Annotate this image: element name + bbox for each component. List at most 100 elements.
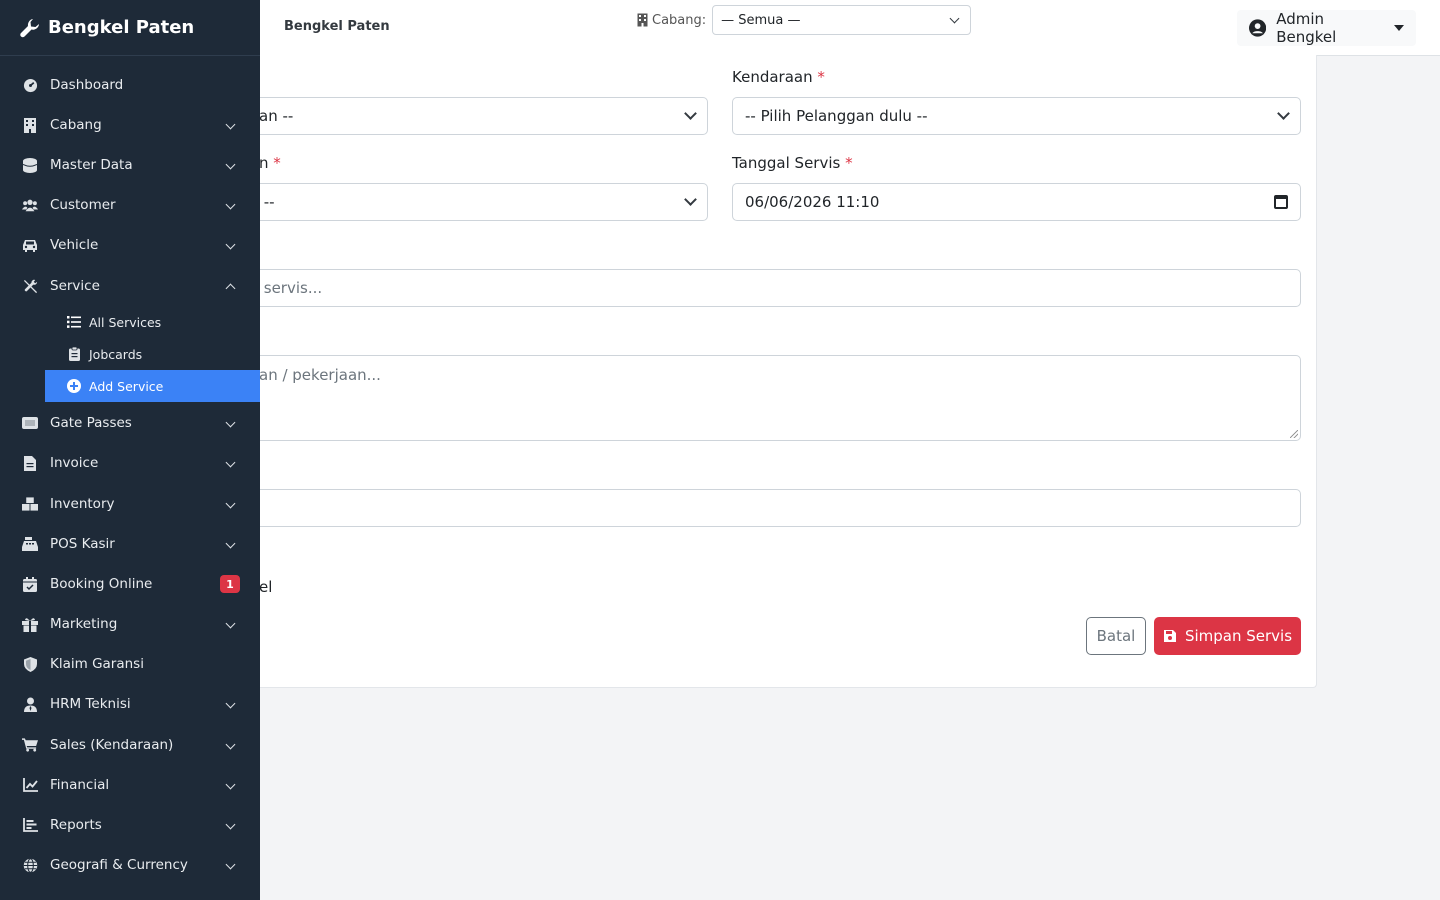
service-title-input[interactable]: servis...: [160, 269, 1301, 307]
sidebar-item-label: Sales (Kendaraan): [50, 737, 174, 753]
sidebar-item-marketing[interactable]: Marketing: [0, 606, 260, 642]
sidebar-item-label: Geografi & Currency: [50, 857, 188, 873]
sidebar-item-label: Customer: [50, 197, 116, 213]
sidebar-item-pos-kasir[interactable]: POS Kasir: [0, 526, 260, 562]
vehicle-label: Kendaraan *: [732, 68, 825, 86]
service-date-input[interactable]: 06/06/2026 11:10: [732, 183, 1301, 221]
checkbox-label[interactable]: el: [259, 578, 272, 596]
calendar-icon[interactable]: [1274, 195, 1288, 209]
required-mark: *: [273, 154, 281, 172]
chevron-down-icon: [225, 417, 236, 428]
chevron-down-icon: [225, 779, 236, 790]
chevron-down-icon: [225, 159, 236, 170]
cash-register-icon: [22, 536, 38, 552]
sidebar-subitem-label: All Services: [89, 314, 162, 330]
service-notes-input[interactable]: [160, 489, 1301, 527]
shield-icon: [22, 656, 38, 672]
save-service-label: Simpan Servis: [1184, 627, 1293, 645]
chevron-down-icon: [684, 107, 697, 120]
clipboard-icon: [67, 347, 81, 361]
sidebar-item-customer[interactable]: Customer: [0, 187, 260, 223]
sidebar-item-financial[interactable]: Financial: [0, 767, 260, 803]
chart-line-icon: [22, 777, 38, 793]
database-icon: [22, 157, 38, 173]
user-circle-icon: [1249, 19, 1267, 37]
chart-bar-icon: [22, 817, 38, 833]
navbar-brand[interactable]: Bengkel Paten: [284, 19, 390, 34]
sidebar-item-label: POS Kasir: [50, 536, 115, 552]
sidebar-item-label: HRM Teknisi: [50, 696, 131, 712]
chevron-down-icon: [684, 193, 697, 206]
branch-select-value: — Semua —: [721, 12, 801, 28]
users-icon: [22, 197, 38, 213]
resize-handle-icon[interactable]: [1290, 430, 1298, 438]
sidebar-item-label: Financial: [50, 777, 110, 793]
sidebar-brand-text: Bengkel Paten: [48, 17, 195, 38]
sidebar-subitem-label: Jobcards: [89, 346, 143, 362]
user-name: Admin Bengkel: [1276, 10, 1337, 46]
building-icon: [22, 117, 38, 133]
chevron-down-icon: [225, 239, 236, 250]
sidebar-item-gate-passes[interactable]: Gate Passes: [0, 405, 260, 441]
user-tie-icon: [22, 696, 38, 712]
sidebar-subitem-jobcards[interactable]: Jobcards: [45, 338, 260, 370]
save-service-button[interactable]: Simpan Servis: [1154, 617, 1301, 655]
user-menu-button[interactable]: Admin Bengkel: [1237, 10, 1416, 46]
sidebar-item-cabang[interactable]: Cabang: [0, 107, 260, 143]
sidebar-item-label: Service: [50, 278, 100, 294]
service-date-label-text: Tanggal Servis: [732, 154, 841, 172]
sidebar-item-sales-kendaraan[interactable]: Sales (Kendaraan): [0, 727, 260, 763]
sidebar-item-label: Master Data: [50, 157, 133, 173]
sidebar-item-label: Reports: [50, 817, 102, 833]
booking-count-badge: 1: [220, 575, 240, 593]
sidebar-item-dashboard[interactable]: Dashboard: [0, 67, 260, 103]
sidebar-item-label: Dashboard: [50, 77, 124, 93]
service-description-textarea[interactable]: an / pekerjaan...: [160, 355, 1301, 441]
sidebar-item-hrm-teknisi[interactable]: HRM Teknisi: [0, 686, 260, 722]
tools-icon: [22, 278, 38, 294]
sidebar-item-master-data[interactable]: Master Data: [0, 147, 260, 183]
car-icon: [22, 237, 38, 253]
cancel-button[interactable]: Batal: [1086, 617, 1146, 655]
sidebar-subitem-all-services[interactable]: All Services: [45, 306, 260, 338]
branch-select[interactable]: — Semua —: [712, 5, 972, 35]
vehicle-select-value: -- Pilih Pelanggan dulu --: [745, 107, 928, 125]
building-icon: [637, 13, 648, 27]
sidebar-item-inventory[interactable]: Inventory: [0, 486, 260, 522]
sidebar: Bengkel Paten Dashboard Cabang Master Da…: [0, 0, 260, 900]
caret-down-icon: [1394, 25, 1404, 31]
chevron-down-icon: [225, 538, 236, 549]
sidebar-subitem-label: Add Service: [89, 378, 164, 394]
sidebar-brand[interactable]: Bengkel Paten: [0, 0, 260, 56]
sidebar-item-reports[interactable]: Reports: [0, 807, 260, 843]
sidebar-item-geografi-currency[interactable]: Geografi & Currency: [0, 847, 260, 883]
chevron-up-icon: [225, 283, 236, 294]
sidebar-item-klaim-garansi[interactable]: Klaim Garansi: [0, 646, 260, 682]
branch-filter: Cabang: — Semua —: [637, 5, 972, 35]
sidebar-item-label: Inventory: [50, 496, 115, 512]
chevron-down-icon: [225, 618, 236, 629]
vehicle-label-text: Kendaraan: [732, 68, 813, 86]
sidebar-item-service[interactable]: Service: [0, 268, 260, 304]
save-icon: [1163, 630, 1176, 642]
required-mark: *: [845, 154, 853, 172]
sidebar-item-invoice[interactable]: Invoice: [0, 445, 260, 481]
branch-label-text: Cabang:: [652, 12, 707, 28]
cart-icon: [22, 737, 38, 753]
sidebar-item-label: Gate Passes: [50, 415, 132, 431]
service-date-label: Tanggal Servis *: [732, 154, 853, 172]
sidebar-item-label: Klaim Garansi: [50, 656, 144, 672]
file-icon: [22, 455, 38, 471]
boxes-icon: [22, 496, 38, 512]
sidebar-item-label: Booking Online: [50, 576, 153, 592]
sidebar-subitem-add-service[interactable]: Add Service: [45, 370, 260, 402]
dashboard-icon: [22, 77, 38, 93]
chevron-down-icon: [225, 739, 236, 750]
chevron-down-icon: [225, 859, 236, 870]
sidebar-item-vehicle[interactable]: Vehicle: [0, 227, 260, 263]
sidebar-item-booking-online[interactable]: Booking Online 1: [0, 566, 260, 602]
calendar-check-icon: [22, 576, 38, 592]
vehicle-select[interactable]: -- Pilih Pelanggan dulu --: [732, 97, 1301, 135]
chevron-down-icon: [225, 199, 236, 210]
plus-circle-icon: [67, 379, 81, 393]
